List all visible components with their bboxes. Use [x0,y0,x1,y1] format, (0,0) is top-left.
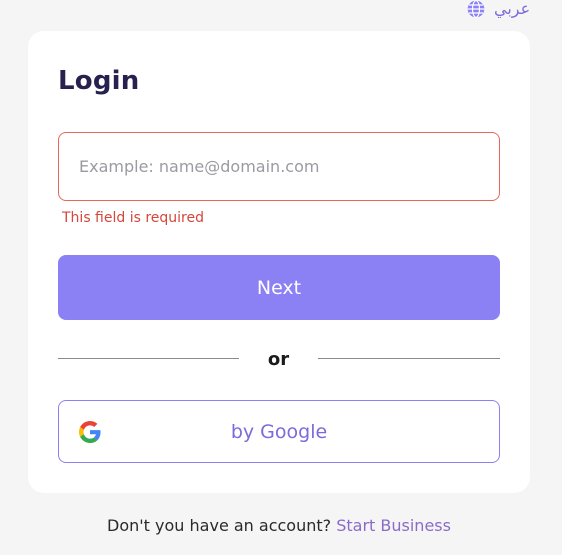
login-card: Login This field is required Next or by … [28,31,530,493]
divider-line-left [58,358,239,359]
signup-prompt: Don't you have an account? Start Busines… [0,516,558,535]
page-title: Login [58,66,140,96]
signup-prompt-text: Don't you have an account? [107,516,332,535]
divider-line-right [318,358,500,359]
start-business-link[interactable]: Start Business [336,516,451,535]
email-field[interactable] [58,132,500,201]
globe-icon [467,0,485,18]
divider-or-label: or [267,349,290,370]
email-error-message: This field is required [62,210,205,226]
language-label: عربي [494,0,531,18]
language-switch[interactable]: عربي [466,0,530,18]
google-login-button[interactable]: by Google [58,400,500,463]
next-button[interactable]: Next [58,255,500,320]
google-login-label: by Google [230,420,328,443]
